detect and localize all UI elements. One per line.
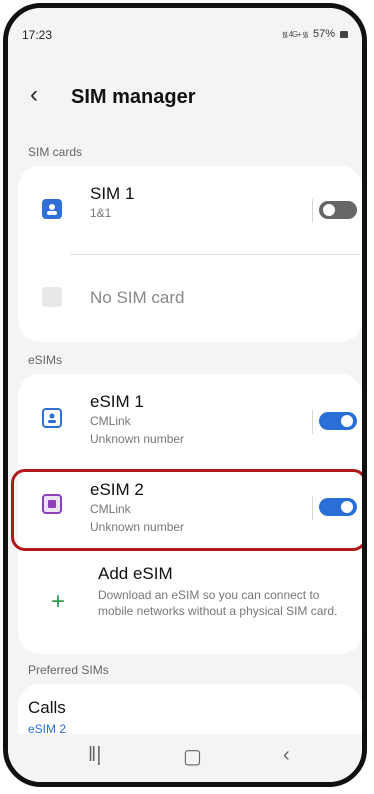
esim1-row[interactable]: eSIM 1 CMLink Unknown number	[18, 374, 362, 462]
section-sim-cards: SIM cards	[28, 145, 83, 159]
status-time: 17:23	[22, 28, 53, 42]
chevron-left-icon[interactable]: ‹	[30, 81, 38, 109]
no-sim-row: No SIM card	[18, 254, 362, 342]
add-esim-row[interactable]: + Add eSIM Download an eSIM so you can c…	[18, 554, 362, 654]
sim-cards-card: SIM 1 1&1 No SIM card	[18, 166, 362, 342]
status-bar: 17:23 ᯾ 4G+ ᯾ 57%	[8, 8, 362, 48]
app-header: ‹ SIM manager	[8, 78, 362, 118]
esim-icon	[42, 408, 62, 428]
recents-icon[interactable]: ‖|	[88, 744, 101, 767]
sim1-carrier: 1&1	[90, 206, 112, 220]
sim-slot-icon	[42, 287, 62, 307]
section-preferred-sims: Preferred SIMs	[28, 663, 109, 677]
add-esim-description: Download an eSIM so you can connect to m…	[98, 588, 338, 618]
plus-icon: +	[51, 588, 66, 615]
navigation-bar: ‖| ▢ ‹	[8, 734, 362, 782]
back-icon[interactable]: ‹	[283, 744, 290, 767]
phone-frame: 17:23 ᯾ 4G+ ᯾ 57% ‹ SIM manager SIM card…	[3, 3, 367, 787]
battery-icon	[340, 30, 348, 38]
signal-icon: ᯾ 4G+ ᯾	[281, 29, 309, 39]
add-esim-title: Add eSIM	[98, 564, 173, 583]
esim1-name: eSIM 1	[90, 392, 144, 411]
esim1-carrier: CMLink	[90, 414, 131, 428]
esim1-number: Unknown number	[90, 432, 185, 446]
no-sim-label: No SIM card	[90, 288, 185, 307]
sim-card-icon	[42, 199, 62, 219]
sim1-toggle[interactable]	[319, 201, 357, 219]
status-right: ᯾ 4G+ ᯾ 57%	[282, 28, 348, 40]
section-esims: eSIMs	[28, 353, 63, 367]
esim1-toggle[interactable]	[319, 412, 357, 430]
battery-percent: 57%	[312, 28, 335, 40]
home-icon[interactable]: ▢	[183, 744, 202, 769]
highlight-box	[11, 469, 362, 551]
calls-label: Calls	[28, 698, 66, 717]
redacted-number	[76, 224, 212, 244]
divider	[312, 199, 313, 223]
divider	[312, 410, 313, 434]
sim1-name: SIM 1	[90, 184, 135, 203]
page-title: SIM manager	[71, 86, 196, 108]
